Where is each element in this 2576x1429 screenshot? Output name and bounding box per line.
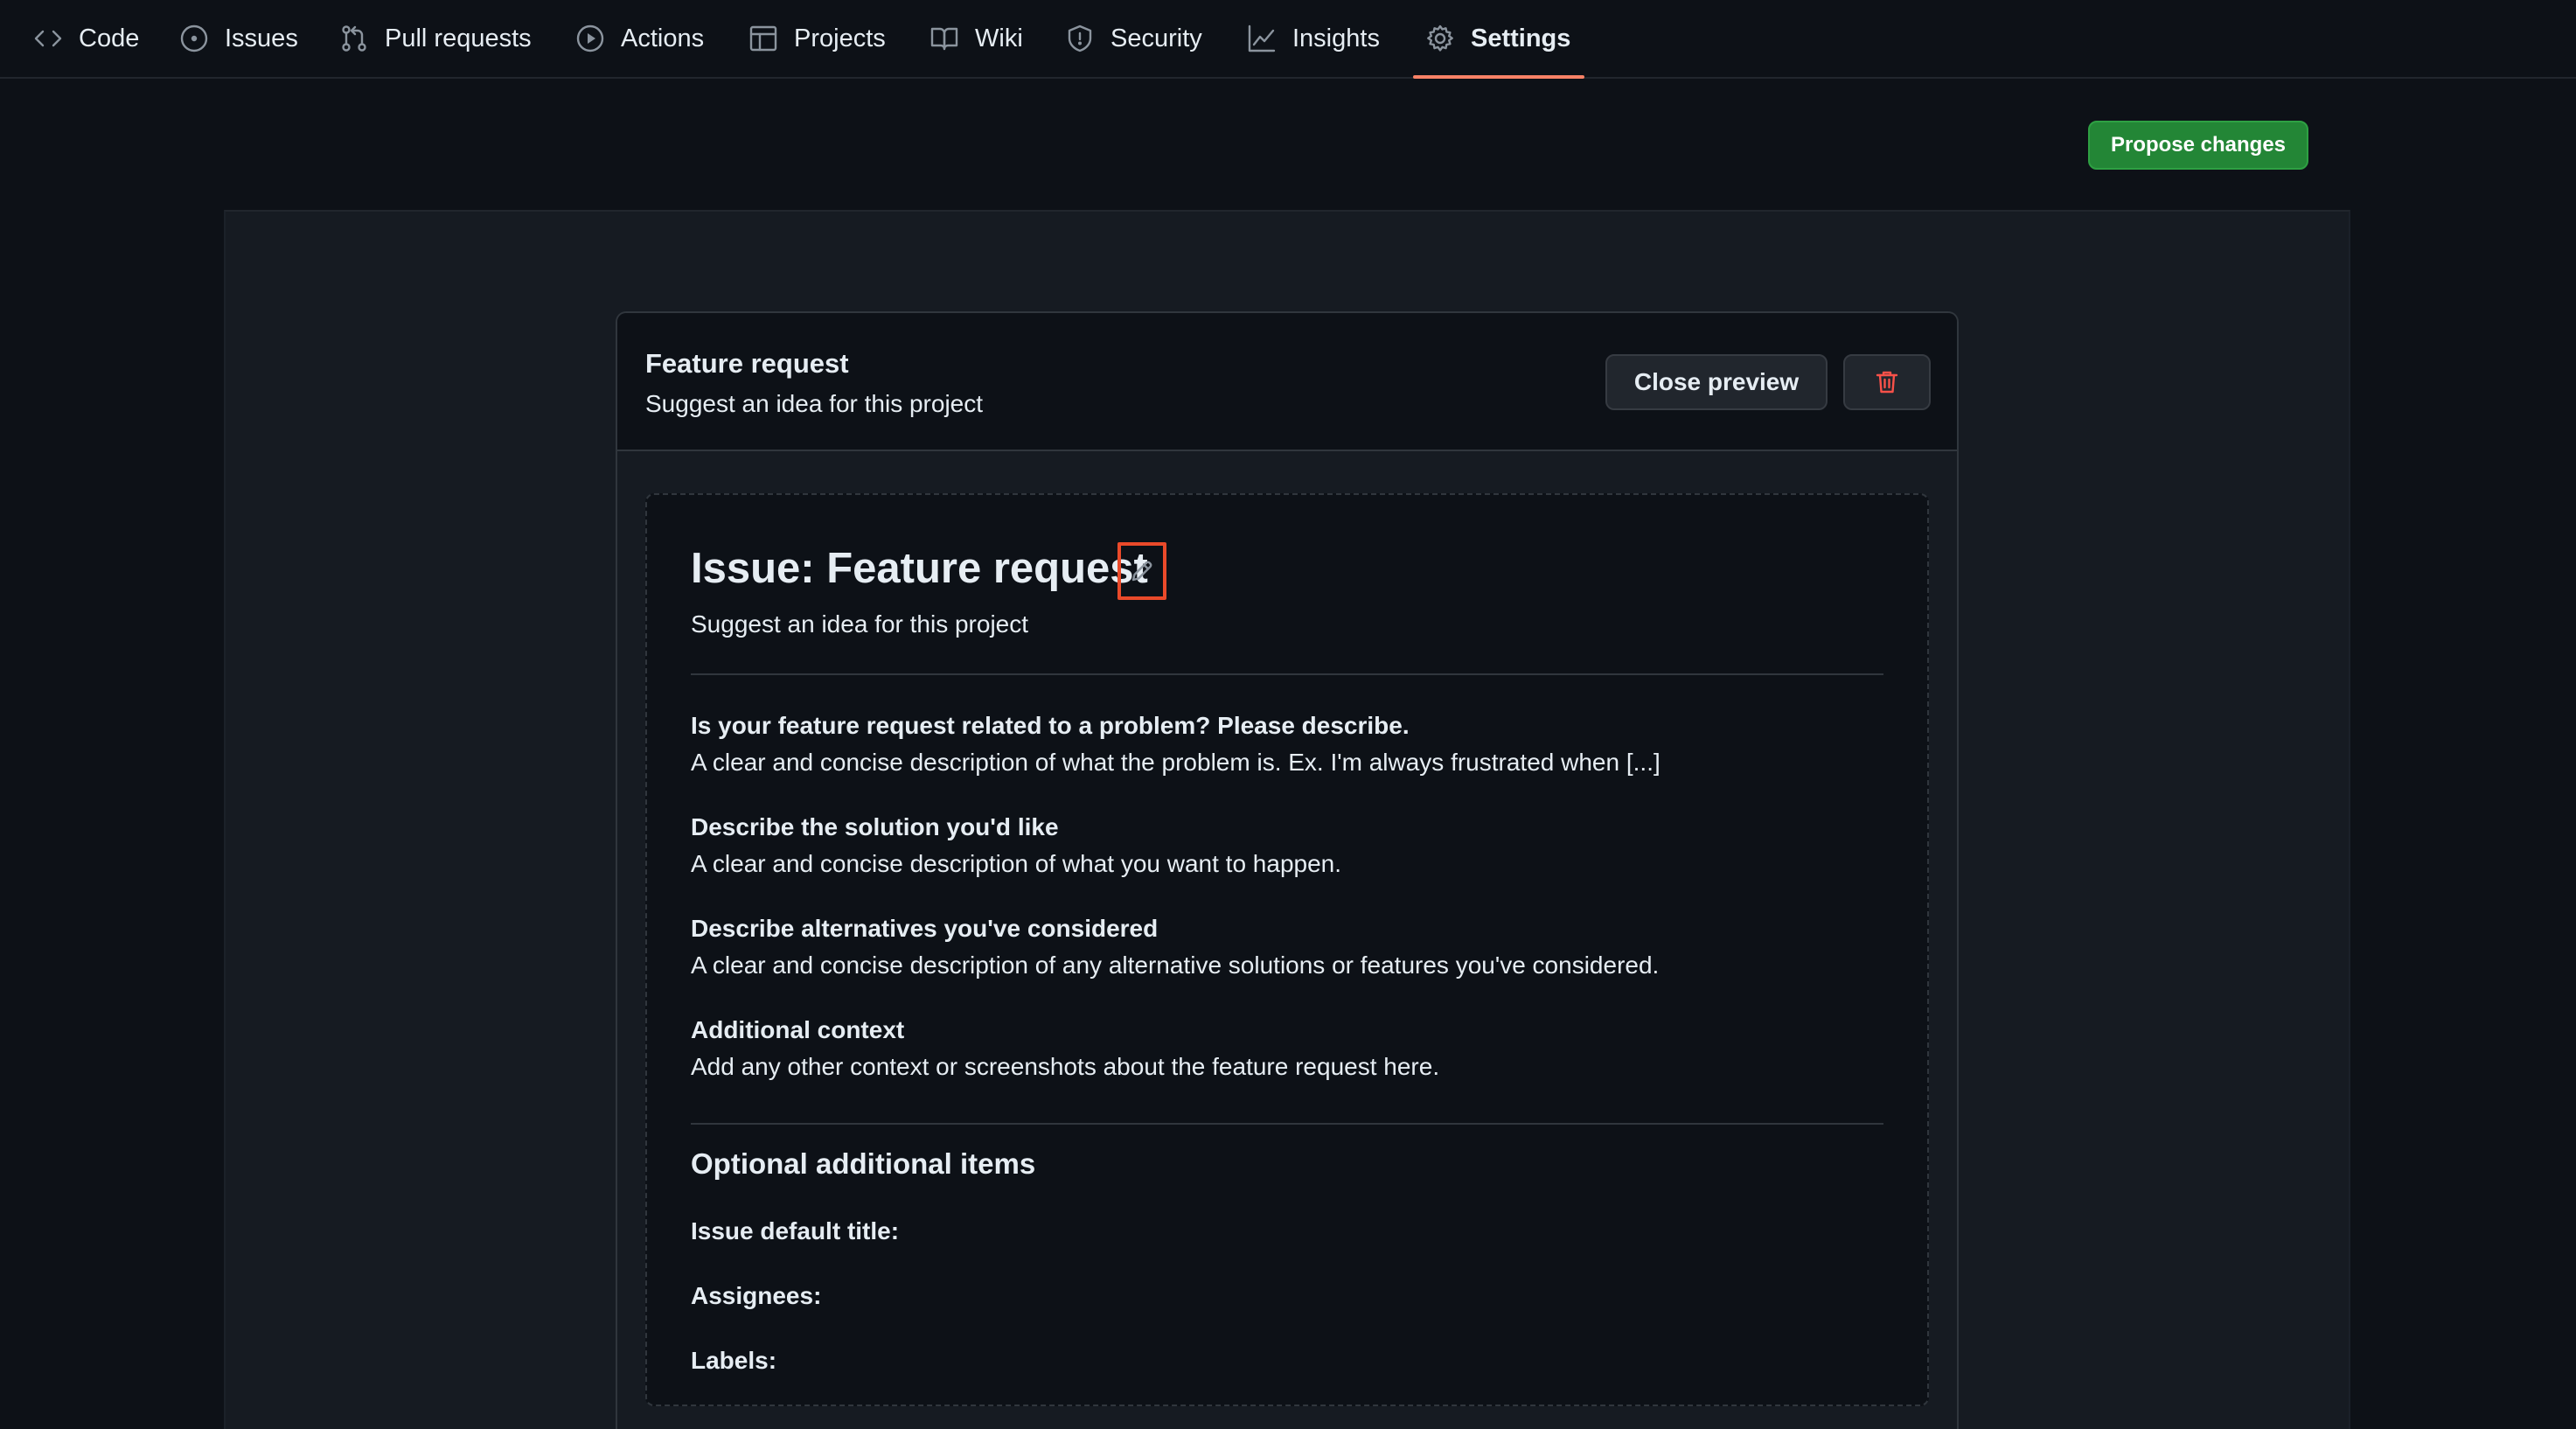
edit-title-button[interactable] <box>1117 542 1166 600</box>
section-label: Additional context <box>691 1016 905 1043</box>
template-card: Feature request Suggest an idea for this… <box>616 311 1959 1429</box>
issue-title: Issue: Feature request <box>691 545 1148 592</box>
section-label: Is your feature request related to a pro… <box>691 712 1410 739</box>
book-icon <box>930 27 958 51</box>
assignees-label: Assignees: <box>691 1282 822 1309</box>
section-label: Describe alternatives you've considered <box>691 915 1159 942</box>
tab-pull-requests-label: Pull requests <box>385 24 532 52</box>
divider <box>691 673 1883 675</box>
tab-security[interactable]: Security <box>1065 0 1202 77</box>
section-text: A clear and concise description of what … <box>691 850 1342 877</box>
repo-nav: Code Issues Pull requests Actions Projec… <box>0 0 2576 79</box>
propose-changes-button[interactable]: Propose changes <box>2088 121 2308 170</box>
tab-code[interactable]: Code <box>33 0 139 77</box>
section-label: Describe the solution you'd like <box>691 813 1059 840</box>
close-preview-button[interactable]: Close preview <box>1605 354 1828 410</box>
tab-security-label: Security <box>1110 24 1202 52</box>
tab-insights[interactable]: Insights <box>1247 0 1380 77</box>
section-text: Add any other context or screenshots abo… <box>691 1053 1440 1080</box>
tab-code-label: Code <box>79 24 140 52</box>
tab-settings-label: Settings <box>1471 24 1571 52</box>
default-title-label: Issue default title: <box>691 1217 900 1244</box>
tab-issues-label: Issues <box>225 24 298 52</box>
tab-settings[interactable]: Settings <box>1412 0 1585 79</box>
table-icon <box>749 25 777 52</box>
section-text: A clear and concise description of any a… <box>691 952 1660 979</box>
trash-icon <box>1876 371 1898 394</box>
code-icon <box>34 30 62 47</box>
delete-template-button[interactable] <box>1843 354 1931 410</box>
issue-description: Suggest an idea for this project <box>691 610 1029 638</box>
labels-label: Labels: <box>691 1347 777 1374</box>
pencil-icon <box>1131 561 1152 582</box>
git-pull-request-icon <box>342 25 366 52</box>
template-card-body: Issue: Feature request Suggest an idea f… <box>617 451 1957 1429</box>
issue-opened-icon <box>180 24 208 52</box>
tab-pull-requests[interactable]: Pull requests <box>339 0 532 77</box>
graph-icon <box>1248 24 1276 52</box>
template-subtitle: Suggest an idea for this project <box>645 390 984 417</box>
optional-items-heading: Optional additional items <box>691 1147 1036 1180</box>
tab-projects[interactable]: Projects <box>748 0 886 77</box>
section-text: A clear and concise description of what … <box>691 749 1660 776</box>
play-icon <box>576 24 604 52</box>
template-title: Feature request <box>645 348 849 379</box>
template-card-header: Feature request Suggest an idea for this… <box>617 313 1957 451</box>
tab-issues[interactable]: Issues <box>179 0 298 77</box>
shield-icon <box>1068 24 1092 52</box>
divider <box>691 1123 1883 1125</box>
issue-preview: Issue: Feature request Suggest an idea f… <box>645 493 1929 1406</box>
tab-actions[interactable]: Actions <box>575 0 704 77</box>
tab-projects-label: Projects <box>794 24 886 52</box>
tab-wiki[interactable]: Wiki <box>929 0 1023 77</box>
tab-insights-label: Insights <box>1292 24 1380 52</box>
tab-wiki-label: Wiki <box>975 24 1023 52</box>
tab-actions-label: Actions <box>621 24 705 52</box>
gear-icon <box>1427 24 1453 52</box>
